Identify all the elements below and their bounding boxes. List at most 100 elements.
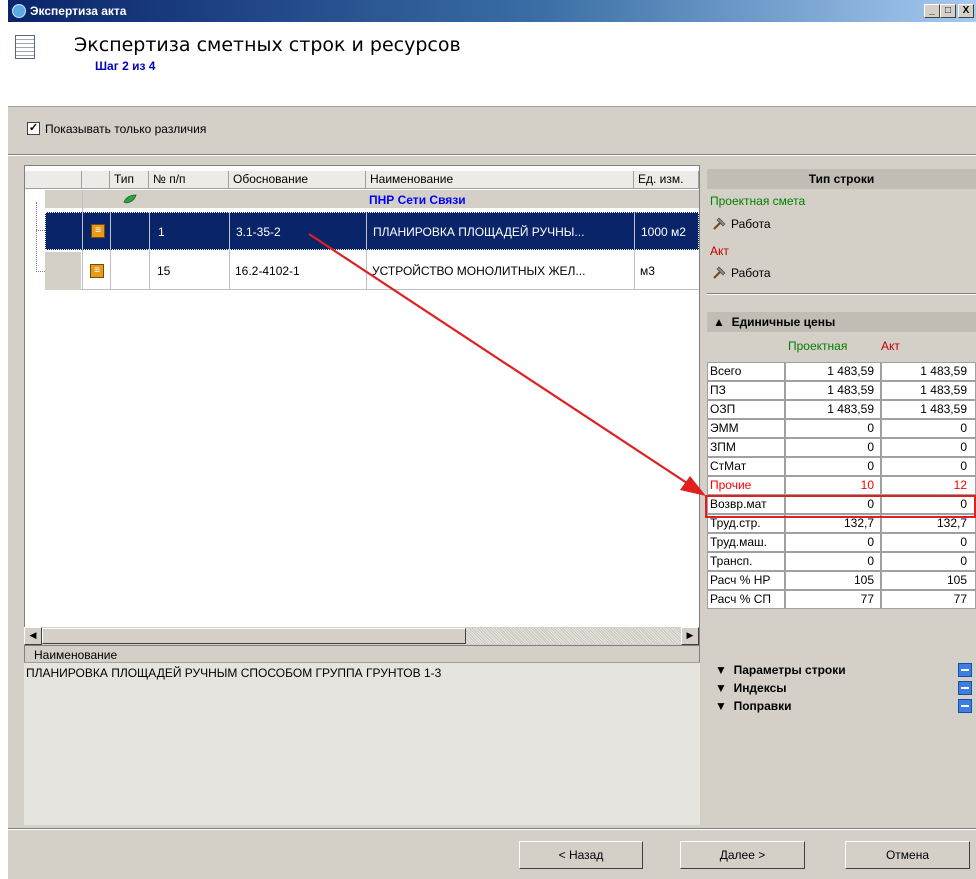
- table-row[interactable]: ≡ 15 16.2-4102-1 УСТРОЙСТВО МОНОЛИТНЫХ Ж…: [45, 252, 699, 290]
- price-act: 1 483,59: [881, 362, 976, 381]
- grid-header-name[interactable]: Наименование: [366, 171, 634, 189]
- price-label: ОЗП: [707, 400, 785, 419]
- hammer-icon: [713, 217, 726, 230]
- table-row[interactable]: ≡ 1 3.1-35-2 ПЛАНИРОВКА ПЛОЩАДЕЙ РУЧНЫ..…: [45, 212, 699, 250]
- price-project: 0: [785, 533, 881, 552]
- price-project: 0: [785, 552, 881, 571]
- price-project: 0: [785, 457, 881, 476]
- highlight-box: [705, 495, 976, 518]
- row-code: 3.1-35-2: [236, 225, 281, 239]
- price-act: 0: [881, 419, 976, 438]
- row-name: ПЛАНИРОВКА ПЛОЩАДЕЙ РУЧНЫ...: [373, 225, 585, 239]
- price-project: 0: [785, 438, 881, 457]
- table-icon: [15, 35, 35, 59]
- tree-branch: [36, 271, 45, 272]
- app-icon: [12, 4, 26, 18]
- price-project: 77: [785, 590, 881, 609]
- project-type-value: Работа: [731, 217, 771, 231]
- row-type-title: Тип строки: [707, 169, 976, 189]
- section-row-params[interactable]: ▼ Параметры строки: [707, 661, 976, 679]
- work-icon: ≡: [90, 264, 104, 278]
- show-differences-label: Показывать только различия: [45, 122, 207, 136]
- row-name: УСТРОЙСТВО МОНОЛИТНЫХ ЖЕЛ...: [372, 264, 586, 278]
- price-label: ЗПМ: [707, 438, 785, 457]
- price-row: ЗПМ 0 0: [707, 438, 976, 457]
- window-titlebar: Экспертиза акта _ □ X: [8, 0, 976, 22]
- price-project: 1 483,59: [785, 381, 881, 400]
- scroll-track[interactable]: [466, 628, 681, 644]
- price-act: 105: [881, 571, 976, 590]
- section-toggle-button[interactable]: [958, 663, 972, 677]
- group-title: ПНР Сети Связи: [369, 193, 466, 207]
- price-label: ЭММ: [707, 419, 785, 438]
- section-corrections[interactable]: ▼ Поправки: [707, 697, 976, 715]
- price-act: 0: [881, 533, 976, 552]
- detail-text: ПЛАНИРОВКА ПЛОЩАДЕЙ РУЧНЫМ СПОСОБОМ ГРУП…: [26, 666, 442, 680]
- grid-header-unit[interactable]: Ед. изм.: [634, 171, 699, 189]
- step-indicator: Шаг 2 из 4: [95, 59, 156, 73]
- price-row: Трансп. 0 0: [707, 552, 976, 571]
- price-project: 1 483,59: [785, 400, 881, 419]
- minimize-button[interactable]: _: [924, 4, 940, 18]
- row-unit: м3: [640, 264, 655, 278]
- next-button[interactable]: Далее >: [680, 841, 805, 869]
- price-project: 10: [785, 476, 881, 495]
- price-label: ПЗ: [707, 381, 785, 400]
- price-row: Расч % СП 77 77: [707, 590, 976, 609]
- back-button[interactable]: < Назад: [519, 841, 643, 869]
- price-label: Труд.маш.: [707, 533, 785, 552]
- price-row: ОЗП 1 483,59 1 483,59: [707, 400, 976, 419]
- expand-arrow-icon: ▼: [715, 681, 727, 695]
- price-project: 105: [785, 571, 881, 590]
- leaf-icon: [123, 194, 137, 204]
- price-row: Расч % НР 105 105: [707, 571, 976, 590]
- price-label: СтМат: [707, 457, 785, 476]
- close-button[interactable]: X: [958, 4, 974, 18]
- price-act: 0: [881, 552, 976, 571]
- act-label: Акт: [710, 244, 729, 258]
- detail-label: Наименование: [34, 648, 118, 662]
- section-toggle-button[interactable]: [958, 699, 972, 713]
- page-title: Экспертиза сметных строк и ресурсов: [74, 34, 461, 56]
- collapse-arrow-icon: ▲: [713, 315, 725, 329]
- maximize-button[interactable]: □: [940, 4, 956, 18]
- grid-header-type[interactable]: Тип: [110, 171, 149, 189]
- price-row: ПЗ 1 483,59 1 483,59: [707, 381, 976, 400]
- grid-header-number[interactable]: № п/п: [149, 171, 229, 189]
- scroll-thumb[interactable]: [42, 628, 466, 644]
- price-row: ЭММ 0 0: [707, 419, 976, 438]
- price-act: 1 483,59: [881, 400, 976, 419]
- price-act: 77: [881, 590, 976, 609]
- price-label: Прочие: [707, 476, 785, 495]
- price-act: 1 483,59: [881, 381, 976, 400]
- price-label: Расч % НР: [707, 571, 785, 590]
- show-differences-checkbox[interactable]: ✓: [27, 122, 40, 135]
- row-number: 15: [157, 264, 171, 278]
- price-project: 1 483,59: [785, 362, 881, 381]
- row-unit: 1000 м2: [641, 225, 686, 239]
- price-row: Труд.маш. 0 0: [707, 533, 976, 552]
- row-code: 16.2-4102-1: [235, 264, 300, 278]
- price-label: Расч % СП: [707, 590, 785, 609]
- unit-prices-title: Единичные цены: [731, 315, 836, 329]
- price-row: Прочие 10 12: [707, 476, 976, 495]
- unit-prices-section[interactable]: ▲ Единичные цены: [707, 312, 976, 332]
- column-act: Акт: [881, 339, 900, 353]
- divider: [8, 154, 976, 156]
- section-indexes[interactable]: ▼ Индексы: [707, 679, 976, 697]
- grid-header-code[interactable]: Обоснование: [229, 171, 366, 189]
- price-act: 12: [881, 476, 976, 495]
- scroll-left-button[interactable]: ◀: [24, 627, 42, 645]
- work-icon: ≡: [91, 224, 105, 238]
- project-estimate-label: Проектная смета: [710, 194, 806, 208]
- expand-arrow-icon: ▼: [715, 699, 727, 713]
- price-row: Всего 1 483,59 1 483,59: [707, 362, 976, 381]
- scroll-right-button[interactable]: ▶: [681, 627, 699, 645]
- grid-header-icon: [82, 171, 110, 189]
- price-act: 0: [881, 457, 976, 476]
- price-row: СтМат 0 0: [707, 457, 976, 476]
- act-type-value: Работа: [731, 266, 771, 280]
- price-label: Трансп.: [707, 552, 785, 571]
- section-toggle-button[interactable]: [958, 681, 972, 695]
- cancel-button[interactable]: Отмена: [845, 841, 970, 869]
